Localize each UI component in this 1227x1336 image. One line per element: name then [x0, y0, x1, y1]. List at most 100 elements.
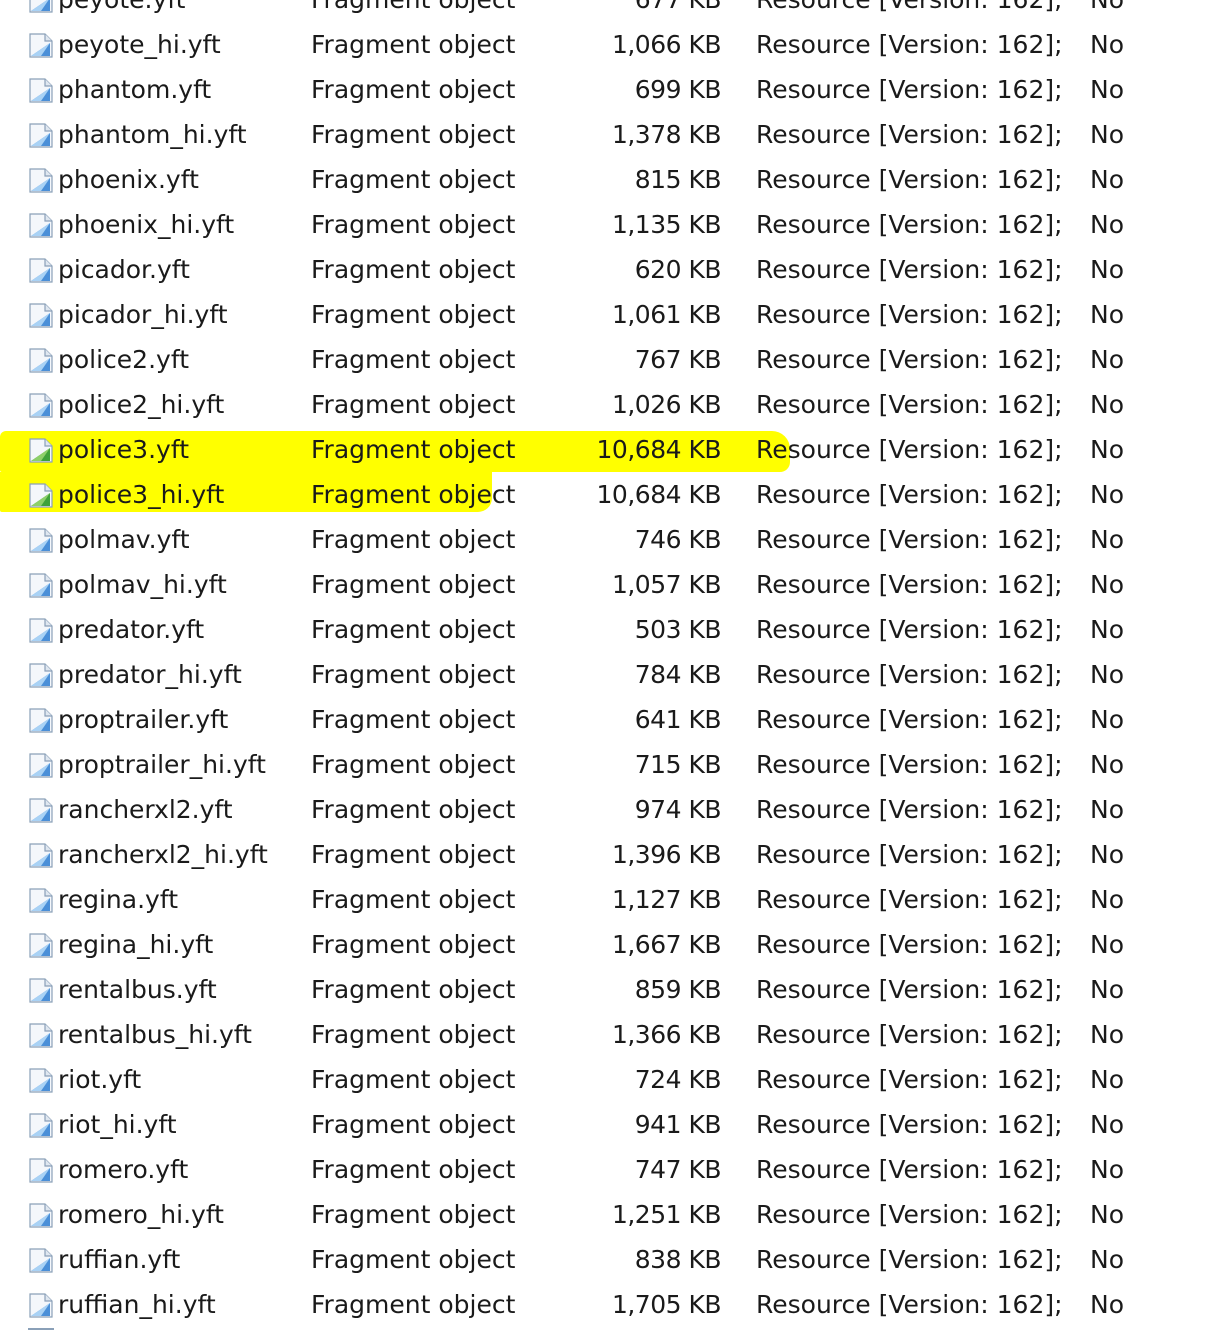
file-row[interactable]: police3_hi.yft Fragment object 10,684 KB Re…: [0, 472, 1227, 517]
file-attributes: Resource [Version: 162];: [756, 300, 1063, 329]
next-row-icon-edge: [28, 1328, 54, 1336]
file-size: 1,026 KB: [611, 390, 722, 419]
file-row[interactable]: police2_hi.yft Fragment object 1,026 KB Res…: [0, 382, 1227, 427]
file-flag: No: [1090, 1020, 1124, 1049]
file-flag: No: [1090, 435, 1124, 464]
file-row[interactable]: riot_hi.yft Fragment object 941 KB Resource…: [0, 1102, 1227, 1147]
file-type: Fragment object: [311, 795, 516, 824]
file-attributes: Resource [Version: 162];: [756, 1245, 1063, 1274]
file-type: Fragment object: [311, 210, 516, 239]
file-type: Fragment object: [311, 165, 516, 194]
file-row[interactable]: rancherxl2_hi.yft Fragment object 1,396 KB…: [0, 832, 1227, 877]
file-size: 815 KB: [634, 165, 722, 194]
file-row[interactable]: peyote.yft Fragment object 677 KB Resource …: [0, 0, 1227, 22]
file-name: rentalbus_hi.yft: [58, 1020, 252, 1049]
file-name: peyote_hi.yft: [58, 30, 221, 59]
file-attributes: Resource [Version: 162];: [756, 660, 1063, 689]
file-row[interactable]: polmav_hi.yft Fragment object 1,057 KB Reso…: [0, 562, 1227, 607]
file-icon: [28, 1112, 54, 1138]
file-row[interactable]: phoenix_hi.yft Fragment object 1,135 KB Res…: [0, 202, 1227, 247]
file-type: Fragment object: [311, 435, 516, 464]
file-icon: [28, 887, 54, 913]
file-row[interactable]: phoenix.yft Fragment object 815 KB Resource…: [0, 157, 1227, 202]
file-row[interactable]: predator.yft Fragment object 503 KB Resourc…: [0, 607, 1227, 652]
file-size: 1,251 KB: [611, 1200, 722, 1229]
file-type: Fragment object: [311, 345, 516, 374]
file-name: polmav.yft: [58, 525, 190, 554]
file-row[interactable]: riot.yft Fragment object 724 KB Resource [V…: [0, 1057, 1227, 1102]
file-attributes: Resource [Version: 162];: [756, 975, 1063, 1004]
file-row[interactable]: peyote_hi.yft Fragment object 1,066 KB Reso…: [0, 22, 1227, 67]
file-type: Fragment object: [311, 480, 516, 509]
file-name: rentalbus.yft: [58, 975, 217, 1004]
file-icon: [28, 977, 54, 1003]
file-row[interactable]: rancherxl2.yft Fragment object 974 KB Resou…: [0, 787, 1227, 832]
file-attributes: Resource [Version: 162];: [756, 345, 1063, 374]
file-type: Fragment object: [311, 255, 516, 284]
file-flag: No: [1090, 930, 1124, 959]
file-row[interactable]: phantom.yft Fragment object 699 KB Resource…: [0, 67, 1227, 112]
file-row[interactable]: regina.yft Fragment object 1,127 KB Resourc…: [0, 877, 1227, 922]
file-size: 699 KB: [634, 75, 722, 104]
file-row[interactable]: picador_hi.yft Fragment object 1,061 KB Res…: [0, 292, 1227, 337]
file-type: Fragment object: [311, 300, 516, 329]
file-attributes: Resource [Version: 162];: [756, 615, 1063, 644]
file-row[interactable]: polmav.yft Fragment object 746 KB Resource …: [0, 517, 1227, 562]
file-name: phantom_hi.yft: [58, 120, 247, 149]
file-row[interactable]: proptrailer_hi.yft Fragment object 715 KB R…: [0, 742, 1227, 787]
file-row[interactable]: proptrailer.yft Fragment object 641 KB Reso…: [0, 697, 1227, 742]
file-icon: [28, 257, 54, 283]
file-type: Fragment object: [311, 750, 516, 779]
file-type: Fragment object: [311, 975, 516, 1004]
file-icon: [28, 662, 54, 688]
file-flag: No: [1090, 210, 1124, 239]
file-type: Fragment object: [311, 570, 516, 599]
file-size: 1,127 KB: [611, 885, 722, 914]
file-type: Fragment object: [311, 660, 516, 689]
file-size: 724 KB: [634, 1065, 722, 1094]
file-flag: No: [1090, 750, 1124, 779]
file-type: Fragment object: [311, 390, 516, 419]
file-name: police2_hi.yft: [58, 390, 225, 419]
file-size: 941 KB: [634, 1110, 722, 1139]
file-row[interactable]: ruffian_hi.yft Fragment object 1,705 KB Res…: [0, 1282, 1227, 1327]
file-type: Fragment object: [311, 30, 516, 59]
file-flag: No: [1090, 660, 1124, 689]
file-attributes: Resource [Version: 162];: [756, 1200, 1063, 1229]
file-row[interactable]: predator_hi.yft Fragment object 784 KB Reso…: [0, 652, 1227, 697]
file-name: police3_hi.yft: [58, 480, 225, 509]
file-row[interactable]: romero.yft Fragment object 747 KB Resource …: [0, 1147, 1227, 1192]
file-type: Fragment object: [311, 1155, 516, 1184]
file-type: Fragment object: [311, 0, 515, 22]
file-attributes: Resource [Version: 162];: [756, 750, 1063, 779]
file-flag: No: [1090, 75, 1124, 104]
file-list: peyote.yft Fragment object 677 KB Resource …: [0, 0, 1227, 1327]
file-row[interactable]: phantom_hi.yft Fragment object 1,378 KB Res…: [0, 112, 1227, 157]
file-name: rancherxl2.yft: [58, 795, 233, 824]
file-row[interactable]: rentalbus_hi.yft Fragment object 1,366 KB R…: [0, 1012, 1227, 1057]
file-flag: No: [1090, 1155, 1124, 1184]
file-row[interactable]: ruffian.yft Fragment object 838 KB Resource…: [0, 1237, 1227, 1282]
file-attributes: Resource [Version: 162];: [756, 1290, 1063, 1319]
file-type: Fragment object: [311, 1020, 516, 1049]
file-size: 620 KB: [634, 255, 722, 284]
file-size: 784 KB: [634, 660, 722, 689]
file-type: Fragment object: [311, 1245, 516, 1274]
file-size: 1,057 KB: [611, 570, 722, 599]
file-row[interactable]: romero_hi.yft Fragment object 1,251 KB Reso…: [0, 1192, 1227, 1237]
file-name: proptrailer_hi.yft: [58, 750, 266, 779]
file-flag: No: [1090, 885, 1124, 914]
file-row[interactable]: rentalbus.yft Fragment object 859 KB Resour…: [0, 967, 1227, 1012]
file-flag: No: [1090, 120, 1124, 149]
file-attributes: Resource [Version: 162];: [756, 480, 1063, 509]
file-size: 1,066 KB: [611, 30, 722, 59]
file-size: 767 KB: [634, 345, 722, 374]
file-flag: No: [1090, 0, 1124, 22]
file-row[interactable]: picador.yft Fragment object 620 KB Resource…: [0, 247, 1227, 292]
file-size: 1,396 KB: [611, 840, 722, 869]
file-type: Fragment object: [311, 930, 516, 959]
file-row[interactable]: police2.yft Fragment object 767 KB Resource…: [0, 337, 1227, 382]
file-size: 1,378 KB: [611, 120, 722, 149]
file-row[interactable]: regina_hi.yft Fragment object 1,667 KB Reso…: [0, 922, 1227, 967]
file-row[interactable]: police3.yft Fragment object 10,684 KB Resou…: [0, 427, 1227, 472]
